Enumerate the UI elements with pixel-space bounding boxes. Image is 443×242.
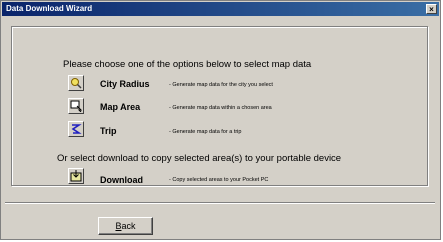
trip-icon-button[interactable]: [68, 121, 84, 137]
city-radius-label[interactable]: City Radius: [100, 79, 150, 89]
map-area-icon-button[interactable]: [68, 98, 84, 114]
map-area-icon: [70, 100, 82, 112]
footer-separator: [5, 202, 435, 204]
title-bar: Data Download Wizard ×: [2, 2, 439, 16]
download-description: - Copy selected areas to your Pocket PC: [169, 177, 269, 183]
download-icon-button[interactable]: [68, 168, 84, 184]
trip-label[interactable]: Trip: [100, 126, 117, 136]
window-title: Data Download Wizard: [6, 4, 93, 13]
city-radius-icon: [71, 78, 82, 89]
map-area-description: - Generate map data within a chosen area: [169, 105, 272, 111]
close-button[interactable]: ×: [426, 4, 437, 14]
wizard-window: Data Download Wizard × Please choose one…: [0, 0, 441, 240]
download-label[interactable]: Download: [100, 175, 143, 185]
city-radius-description: - Generate map data for the city you sel…: [169, 82, 273, 88]
back-button[interactable]: Back: [98, 217, 153, 235]
map-area-label[interactable]: Map Area: [100, 102, 140, 112]
trip-icon: [71, 124, 82, 134]
download-icon: [70, 170, 82, 182]
city-radius-icon-button[interactable]: [68, 75, 84, 91]
select-heading: Please choose one of the options below t…: [63, 59, 312, 70]
back-label: ack: [121, 221, 136, 231]
download-heading: Or select download to copy selected area…: [57, 153, 342, 164]
trip-description: - Generate map data for a trip: [169, 129, 242, 135]
